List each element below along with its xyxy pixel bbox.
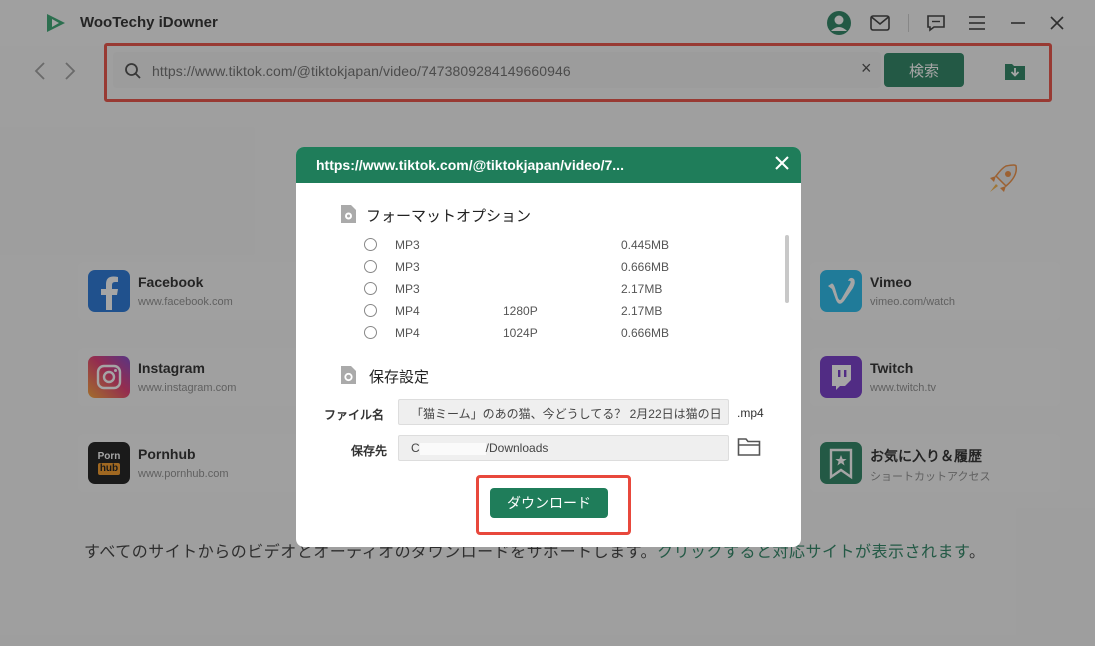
savepath-field[interactable]: C/Downloads <box>398 435 729 461</box>
format-size: 0.666MB <box>621 326 670 340</box>
format-section-title: フォーマットオプション <box>366 207 532 225</box>
savepath-suffix: /Downloads <box>485 441 549 455</box>
save-section-title: 保存設定 <box>369 368 430 386</box>
format-radio[interactable] <box>364 326 377 339</box>
filename-label: ファイル名 <box>324 408 385 422</box>
filename-extension: .mp4 <box>737 406 764 420</box>
format-type: MP3 <box>395 282 420 296</box>
format-option-row[interactable]: MP3 0.445MB <box>364 236 684 254</box>
format-size: 2.17MB <box>621 282 663 296</box>
format-radio[interactable] <box>364 304 377 317</box>
format-size: 0.666MB <box>621 260 670 274</box>
format-file-icon <box>341 205 356 223</box>
download-dialog: https://www.tiktok.com/@tiktokjapan/vide… <box>296 147 801 547</box>
savepath-prefix: C <box>411 441 420 455</box>
format-radio[interactable] <box>364 238 377 251</box>
format-type: MP3 <box>395 238 420 252</box>
close-dialog-icon[interactable] <box>774 155 790 171</box>
format-radio[interactable] <box>364 260 377 273</box>
savepath-label: 保存先 <box>351 444 388 458</box>
format-option-row[interactable]: MP4 1280P 2.17MB <box>364 302 684 320</box>
format-size: 2.17MB <box>621 304 663 318</box>
filename-field[interactable]: 「猫ミーム」のあの猫、今どうしてる？ 2月22日は猫の日 <box>398 399 729 425</box>
dialog-header: https://www.tiktok.com/@tiktokjapan/vide… <box>296 147 801 183</box>
download-button[interactable]: ダウンロード <box>490 488 608 518</box>
format-type: MP4 <box>395 326 420 340</box>
format-radio[interactable] <box>364 282 377 295</box>
format-type: MP4 <box>395 304 420 318</box>
dialog-title: https://www.tiktok.com/@tiktokjapan/vide… <box>316 157 624 173</box>
format-option-row[interactable]: MP3 0.666MB <box>364 258 684 276</box>
format-resolution: 1280P <box>503 304 538 318</box>
options-scrollbar[interactable] <box>785 235 789 303</box>
format-resolution: 1024P <box>503 326 538 340</box>
settings-file-icon <box>341 366 356 384</box>
format-option-row[interactable]: MP4 1024P 0.666MB <box>364 324 684 342</box>
redacted-path <box>419 442 486 455</box>
format-type: MP3 <box>395 260 420 274</box>
browse-folder-icon[interactable] <box>737 437 761 457</box>
format-size: 0.445MB <box>621 238 670 252</box>
format-option-row[interactable]: MP3 2.17MB <box>364 280 684 298</box>
